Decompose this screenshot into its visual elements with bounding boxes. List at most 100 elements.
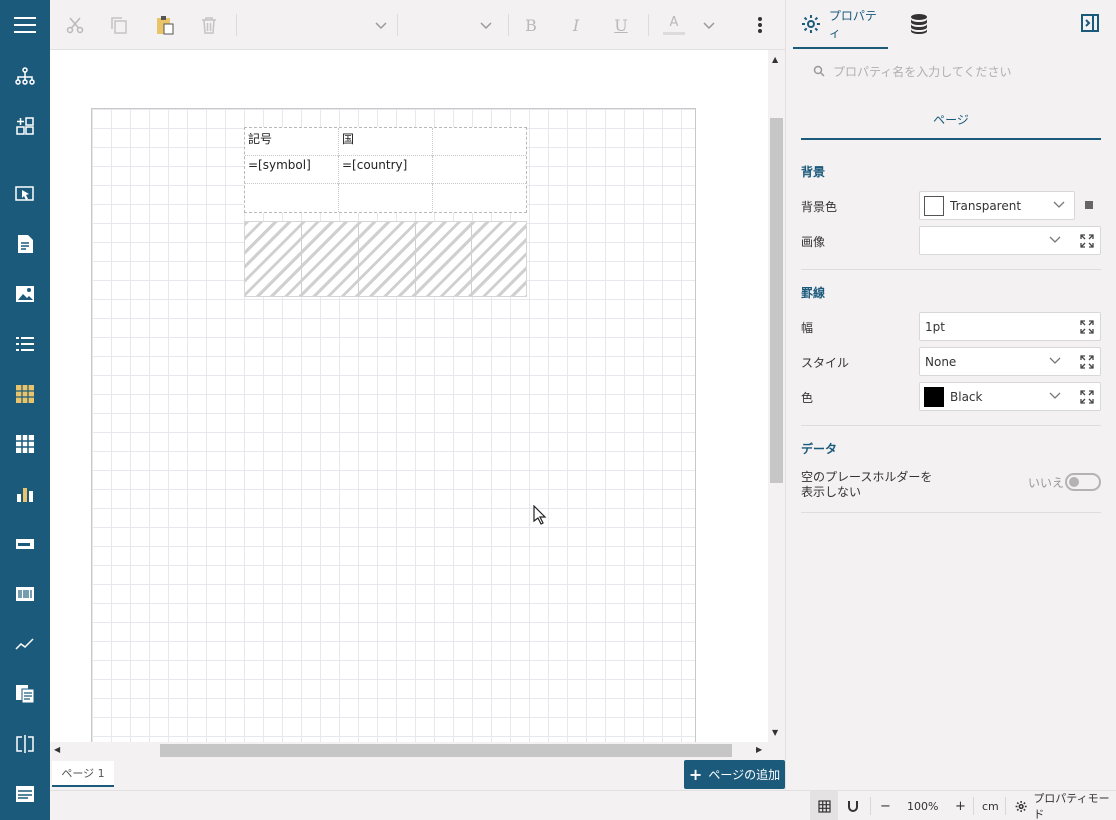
zoom-level[interactable]: 100%: [907, 791, 938, 820]
copy-button[interactable]: [108, 13, 130, 37]
border-width-input[interactable]: 1pt: [919, 312, 1101, 341]
font-color-dropdown[interactable]: [700, 13, 718, 37]
bold-button[interactable]: B: [520, 13, 542, 37]
border-style-dropdown[interactable]: None: [919, 347, 1101, 376]
page-tab[interactable]: ページ 1: [52, 761, 114, 787]
copy-icon: [111, 17, 127, 34]
select-pointer-tool[interactable]: [13, 182, 37, 206]
empty-placeholder-label-line2: 表示しない: [801, 485, 862, 499]
group-title-border: 罫線: [801, 286, 826, 300]
split-tool[interactable]: [13, 732, 37, 756]
bold-label: B: [525, 15, 537, 35]
zoom-in-button[interactable]: +: [955, 791, 966, 820]
add-page-button[interactable]: + ページの追加: [684, 760, 785, 789]
delete-button[interactable]: [198, 13, 220, 37]
tab-properties[interactable]: プロパティ: [793, 0, 888, 49]
underline-button[interactable]: U: [610, 13, 632, 37]
font-color-button[interactable]: A: [661, 13, 687, 37]
background-color-label: 背景色: [801, 200, 838, 214]
status-bar: − 100% + cm プロパティモード: [50, 790, 1116, 820]
table-footer-row[interactable]: [245, 184, 526, 212]
table-cell[interactable]: [245, 184, 339, 212]
paste-button[interactable]: [154, 13, 176, 37]
image-dropdown[interactable]: [919, 226, 1101, 255]
more-options-button[interactable]: [750, 13, 770, 37]
underline-label: U: [614, 15, 628, 35]
add-component-tool[interactable]: [13, 114, 37, 138]
progress-bar-tool[interactable]: [13, 532, 37, 556]
report-page[interactable]: 記号 国 =[symbol] =[country]: [91, 108, 696, 742]
search-icon: [813, 65, 825, 77]
textbox-tool[interactable]: [13, 232, 37, 256]
table-cell[interactable]: [433, 156, 526, 184]
snap-toggle-button[interactable]: [847, 791, 859, 820]
group-title-data: データ: [801, 442, 838, 456]
table-cell[interactable]: 記号: [245, 128, 339, 156]
table-tool[interactable]: [13, 382, 37, 406]
search-placeholder: プロパティ名を入力してください: [833, 64, 1012, 79]
chevron-down-icon: [1049, 392, 1061, 399]
image-tool[interactable]: [13, 282, 37, 306]
table-cell[interactable]: [339, 184, 433, 212]
border-width-label: 幅: [801, 321, 814, 335]
font-size-dropdown[interactable]: [405, 13, 495, 37]
expand-icon[interactable]: [1080, 320, 1094, 334]
barcode-icon: [16, 587, 34, 601]
barcode-tool[interactable]: [13, 582, 37, 606]
list-tool[interactable]: [13, 332, 37, 356]
background-color-value: Transparent: [950, 199, 1022, 213]
toggle-state-label: いいえ: [1028, 476, 1065, 490]
grid-toggle-button[interactable]: [810, 791, 838, 820]
font-family-dropdown[interactable]: [245, 13, 390, 37]
vertical-scroll-thumb[interactable]: [770, 118, 783, 483]
border-color-dropdown[interactable]: Black: [919, 382, 1101, 411]
menu-button[interactable]: [0, 0, 50, 50]
table-cell[interactable]: [433, 128, 526, 156]
collapse-panel-button[interactable]: [1080, 13, 1100, 36]
property-mode-button[interactable]: プロパティモード: [1015, 791, 1116, 820]
scroll-left-arrow-icon[interactable]: ◀: [54, 745, 60, 755]
tablix-tool[interactable]: [13, 432, 37, 456]
zoom-out-button[interactable]: −: [880, 791, 891, 820]
table-overflow-area: [244, 221, 527, 297]
vertical-scrollbar[interactable]: ▲ ▼: [768, 50, 785, 742]
report-table[interactable]: 記号 国 =[symbol] =[country]: [244, 127, 527, 213]
expand-icon[interactable]: [1080, 390, 1094, 404]
unit-selector[interactable]: cm: [982, 791, 999, 820]
scroll-up-arrow-icon[interactable]: ▲: [772, 55, 778, 65]
hierarchy-tool[interactable]: [13, 64, 37, 88]
cut-button[interactable]: [64, 13, 86, 37]
gear-icon: [1015, 800, 1027, 812]
empty-placeholder-toggle[interactable]: [1065, 473, 1101, 491]
page-tabs-bar: ページ 1 + ページの追加: [50, 759, 785, 789]
horizontal-scrollbar[interactable]: ◀ ▶: [50, 742, 768, 759]
scroll-right-arrow-icon[interactable]: ▶: [756, 745, 762, 755]
expand-icon[interactable]: [1080, 234, 1094, 248]
subreport-tool[interactable]: [13, 682, 37, 706]
table-cell[interactable]: =[symbol]: [245, 156, 339, 184]
table-cell[interactable]: [433, 184, 526, 212]
color-picker-button[interactable]: [1085, 201, 1093, 209]
design-canvas[interactable]: 記号 国 =[symbol] =[country]: [50, 50, 768, 742]
table-header-row[interactable]: 記号 国: [245, 128, 526, 156]
chart-tool[interactable]: [13, 482, 37, 506]
scroll-down-arrow-icon[interactable]: ▼: [772, 728, 778, 738]
table-data-row[interactable]: =[symbol] =[country]: [245, 156, 526, 184]
italic-button[interactable]: I: [565, 13, 587, 37]
table-cell[interactable]: =[country]: [339, 156, 433, 184]
property-search[interactable]: プロパティ名を入力してください: [801, 58, 1101, 84]
horizontal-scroll-thumb[interactable]: [160, 744, 732, 757]
main-toolbar: B I U A: [50, 0, 785, 50]
sparkline-tool[interactable]: [13, 632, 37, 656]
border-color-swatch: [924, 387, 944, 407]
database-icon: [911, 14, 927, 34]
tab-data-sources[interactable]: [910, 13, 928, 38]
gear-icon: [801, 14, 820, 33]
tab-page[interactable]: ページ: [801, 100, 1101, 140]
expand-icon[interactable]: [1080, 355, 1094, 369]
background-color-dropdown[interactable]: Transparent: [919, 191, 1075, 220]
table-cell[interactable]: 国: [339, 128, 433, 156]
panel-tabs: プロパティ: [786, 0, 1116, 50]
mouse-cursor-icon: [533, 505, 547, 525]
banded-list-tool[interactable]: [13, 782, 37, 806]
